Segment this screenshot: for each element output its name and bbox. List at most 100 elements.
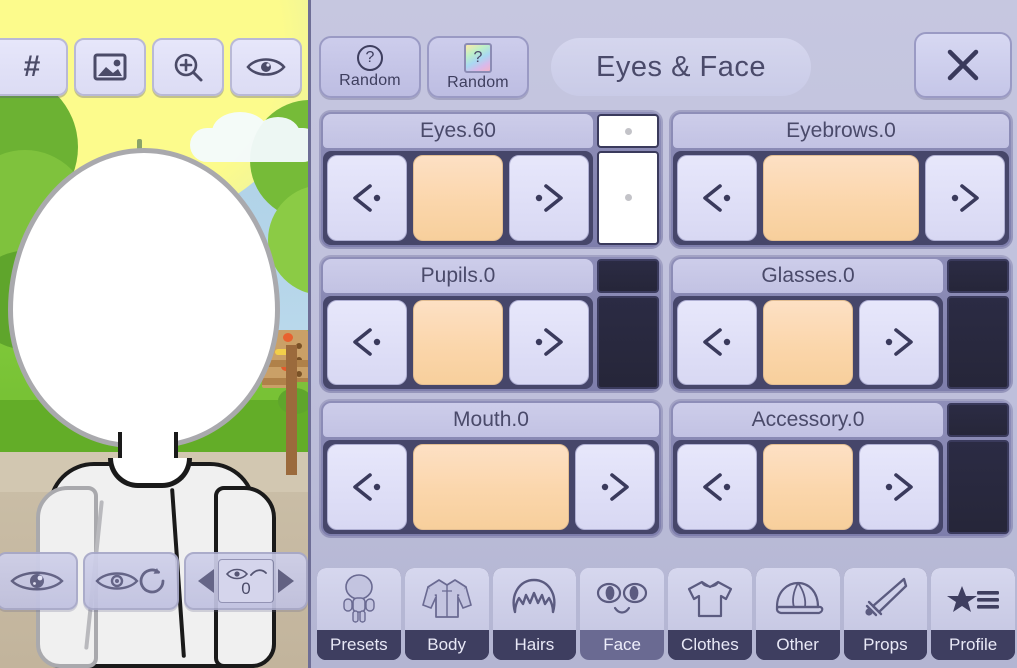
prev-button[interactable]: [677, 299, 757, 386]
eye-reset-button[interactable]: [83, 552, 179, 610]
close-icon: [947, 49, 979, 81]
tab-hairs[interactable]: Hairs: [492, 568, 577, 660]
preview-bottom-controls: 0: [0, 552, 308, 610]
panel-header-row: Eyes.60: [323, 114, 659, 151]
zoom-in-icon: [174, 53, 203, 82]
option-panel-glasses: Glasses.0: [669, 254, 1013, 394]
hair-icon: [512, 578, 556, 614]
color-cell[interactable]: [597, 295, 659, 390]
eye-reset-icon: [95, 568, 165, 594]
sword-icon: [865, 577, 908, 617]
color-cell[interactable]: [947, 403, 1009, 438]
next-button[interactable]: [509, 155, 589, 241]
option-controls: [323, 151, 593, 245]
next-button[interactable]: [859, 444, 939, 530]
option-controls: [673, 440, 943, 534]
prev-button[interactable]: [327, 155, 407, 241]
close-button[interactable]: [914, 32, 1012, 98]
option-grid: Eyes.60 Eyebrows.0 Pupils.0 Glasses.0 Mo…: [319, 110, 1013, 538]
prev-button[interactable]: [677, 444, 757, 530]
color-swatch[interactable]: [413, 444, 569, 530]
tab-icon-wrap: [755, 568, 840, 630]
swatch-column-head: [597, 258, 659, 296]
tab-clothes[interactable]: Clothes: [668, 568, 752, 660]
color-cell[interactable]: [947, 440, 1009, 534]
tab-label: Clothes: [668, 630, 752, 660]
panel-body: [673, 151, 1009, 245]
tab-icon-wrap: [668, 568, 752, 630]
swatch-column-head: [947, 258, 1009, 296]
face-part-stepper[interactable]: 0: [184, 552, 308, 610]
tab-label: Props: [843, 630, 928, 660]
random-color-button[interactable]: ? Random: [427, 36, 529, 98]
swatch-column: [947, 440, 1009, 534]
swatch-column: [597, 151, 659, 245]
color-swatch[interactable]: [763, 444, 853, 530]
prev-button[interactable]: [677, 155, 757, 241]
chevron-right-dot-icon: [951, 184, 979, 212]
next-button[interactable]: [575, 444, 655, 530]
chevron-right-dot-icon: [601, 473, 629, 501]
tab-other[interactable]: Other: [755, 568, 840, 660]
panel-body: [673, 295, 1009, 390]
hash-button[interactable]: #: [0, 38, 68, 96]
tab-body[interactable]: Body: [404, 568, 489, 660]
rainbow-question-card-icon: ?: [464, 42, 492, 73]
cap-icon: [775, 581, 823, 615]
prev-button[interactable]: [327, 299, 407, 386]
random-button[interactable]: ? Random: [319, 36, 421, 98]
prev-button[interactable]: [327, 444, 407, 530]
category-tab-bar: Presets Body Hairs Face Clothes Other Pr…: [317, 568, 1015, 660]
panel-title: Glasses.0: [673, 258, 943, 293]
triangle-right-icon[interactable]: [278, 569, 294, 593]
face-eyes-icon: [597, 582, 648, 614]
chevron-right-dot-icon: [535, 184, 563, 212]
option-controls: [673, 295, 943, 390]
option-panel-eyebrows: Eyebrows.0: [669, 110, 1013, 249]
app-stage: # 0 ? Random ? Random Eyes & Face Eyes.6…: [0, 0, 1017, 668]
eye-icon: [246, 58, 286, 76]
swatch-column-head: [597, 114, 659, 151]
tab-icon-wrap: [404, 568, 489, 630]
next-button[interactable]: [509, 299, 589, 386]
option-controls: [323, 440, 659, 534]
option-panel-pupils: Pupils.0: [319, 254, 663, 394]
tab-label: Body: [404, 630, 489, 660]
chevron-right-dot-icon: [885, 328, 913, 357]
color-cell[interactable]: [597, 151, 659, 245]
editor-panel: ? Random ? Random Eyes & Face Eyes.60 Ey…: [308, 0, 1017, 668]
color-cell[interactable]: [947, 295, 1009, 390]
image-icon: [93, 53, 127, 81]
tab-icon-wrap: [317, 568, 401, 630]
jacket-icon: [421, 579, 472, 618]
background-image-button[interactable]: [74, 38, 146, 96]
character-body-icon: [343, 574, 375, 623]
star-list-icon: [947, 586, 1000, 612]
tab-label: Other: [755, 630, 840, 660]
next-button[interactable]: [859, 299, 939, 386]
tab-presets[interactable]: Presets: [317, 568, 401, 660]
tab-face[interactable]: Face: [580, 568, 664, 660]
tab-icon-wrap: [492, 568, 577, 630]
tab-profile[interactable]: Profile: [931, 568, 1015, 660]
preview-toolbar: #: [0, 38, 302, 96]
tab-props[interactable]: Props: [843, 568, 928, 660]
color-swatch[interactable]: [763, 299, 853, 386]
color-swatch[interactable]: [413, 299, 503, 386]
chevron-left-dot-icon: [353, 328, 381, 357]
panel-title: Eyes.60: [323, 114, 593, 148]
color-cell[interactable]: [947, 258, 1009, 293]
eye-toggle-button[interactable]: [0, 552, 78, 610]
option-panel-eyes: Eyes.60: [319, 110, 663, 249]
chevron-left-dot-icon: [703, 184, 731, 212]
color-swatch[interactable]: [763, 155, 919, 241]
fence-post: [286, 345, 297, 475]
panel-title: Eyebrows.0: [673, 114, 1009, 148]
zoom-in-button[interactable]: [152, 38, 224, 96]
next-button[interactable]: [925, 155, 1005, 241]
triangle-left-icon[interactable]: [198, 569, 214, 593]
color-cell[interactable]: [597, 258, 659, 293]
visibility-button[interactable]: [230, 38, 302, 96]
color-cell[interactable]: [597, 114, 659, 148]
color-swatch[interactable]: [413, 155, 503, 241]
